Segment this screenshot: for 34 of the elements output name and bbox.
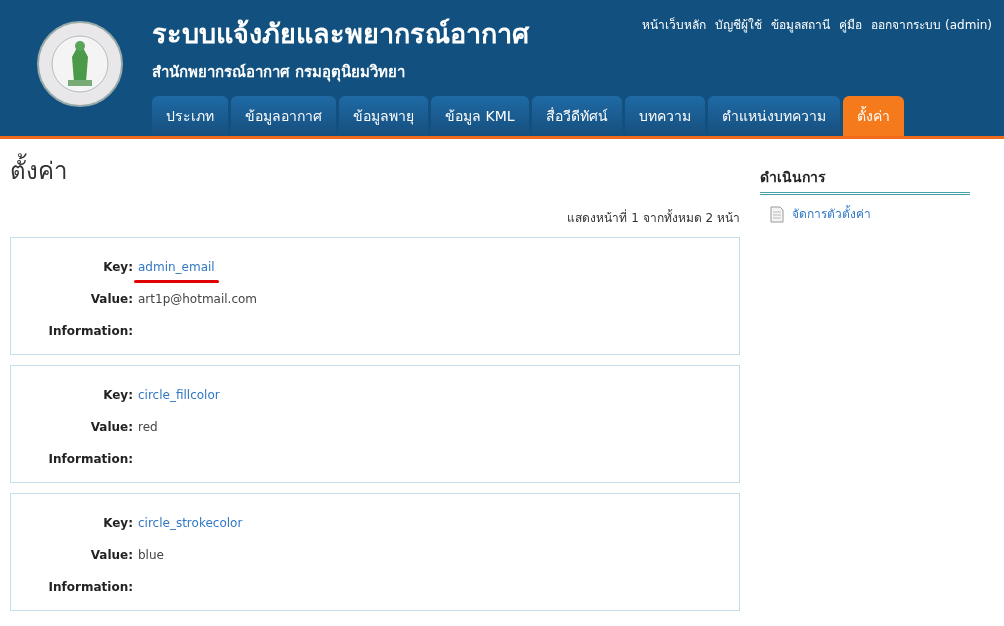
field-value: art1p@hotmail.com [138, 291, 258, 308]
field-value: red [138, 419, 158, 436]
top-nav-link[interactable]: คู่มือ [839, 16, 863, 34]
pagination-summary: แสดงหน้าที่ 1 จากทั้งหมด 2 หน้า [567, 209, 740, 227]
sidebar-title: ดำเนินการ [760, 167, 970, 195]
nav-tab[interactable]: สื่อวีดีทัศน์ [531, 96, 622, 136]
field-label: Value: [89, 547, 133, 564]
field-label: Key: [102, 259, 133, 276]
nav-tab[interactable]: ตำแหน่งบทความ [707, 96, 840, 136]
top-nav-link[interactable]: ออกจากระบบ (admin) [871, 16, 992, 34]
nav-tab[interactable]: ประเภท [152, 96, 228, 136]
key-link[interactable]: circle_strokecolor [138, 516, 243, 530]
field-value: blue [138, 547, 164, 564]
site-subtitle: สำนักพยากรณ์อากาศ กรมอุตุนิยมวิทยา [152, 61, 407, 83]
field-label: Key: [102, 515, 133, 532]
top-nav-link[interactable]: หน้าเว็บหลัก [642, 16, 707, 34]
key-link[interactable]: circle_fillcolor [138, 388, 220, 402]
document-icon [770, 205, 784, 223]
field-label: Information: [47, 451, 133, 468]
top-nav-link[interactable]: บัญชีผู้ใช้ [715, 16, 763, 34]
nav-tab[interactable]: ข้อมูลอากาศ [231, 96, 336, 136]
nav-tab[interactable]: ข้อมูลพายุ [339, 96, 428, 136]
site-title: ระบบแจ้งภัยและพยากรณ์อากาศ [152, 17, 529, 51]
nav-tab[interactable]: ข้อมูล KML [431, 96, 529, 136]
top-nav-link[interactable]: ข้อมูลสถานี [771, 16, 831, 34]
field-label: Key: [102, 387, 133, 404]
field-label: Information: [47, 323, 133, 340]
field-label: Information: [47, 579, 133, 596]
key-link[interactable]: admin_email [138, 260, 215, 274]
field-label: Value: [89, 291, 133, 308]
page-title: ตั้งค่า [10, 153, 740, 189]
sidebar-link[interactable]: จัดการตัวตั้งค่า [792, 205, 871, 223]
nav-tab[interactable]: บทความ [624, 96, 705, 136]
field-label: Value: [89, 419, 133, 436]
